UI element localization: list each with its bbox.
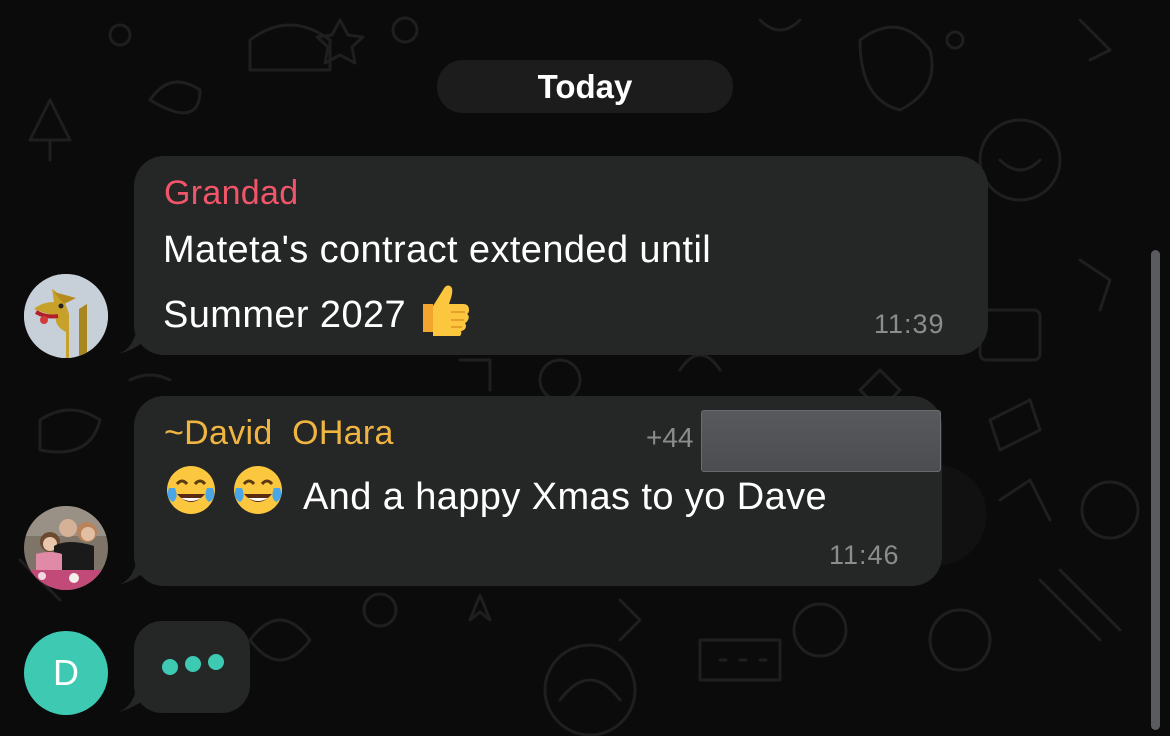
message-text: Mateta's contract extended until Summer … <box>163 220 963 354</box>
message-text: And a happy Xmas to yo Dave <box>163 462 943 536</box>
sender-name[interactable]: Grandad <box>164 174 298 213</box>
message-bubble-grandad[interactable]: Grandad Mateta's contract extended until… <box>114 156 988 355</box>
family-photo-avatar-icon <box>24 506 108 590</box>
sender-phone[interactable]: +44 <box>646 422 694 454</box>
message-timestamp: 11:46 <box>829 540 900 570</box>
chat-view: Today Grandad Mateta's contract extended… <box>0 0 1170 736</box>
typing-dot-icon <box>185 656 201 672</box>
message-bubble-david[interactable]: ~David OHara +44 And a happy Xmas to yo … <box>114 396 943 586</box>
bubble-tail <box>114 550 154 586</box>
face-with-tears-of-joy-icon <box>163 462 219 536</box>
typing-indicator-bubble <box>114 621 250 713</box>
bubble-tail <box>114 677 154 713</box>
typing-dot-icon <box>162 659 178 675</box>
avatar-typing-user[interactable]: D <box>24 631 108 715</box>
message-line-2-text: Summer 2027 <box>163 294 407 337</box>
date-separator: Today <box>437 60 733 113</box>
message-line-1: Mateta's contract extended until <box>163 229 712 271</box>
message-line-2: Summer 2027 <box>163 280 963 354</box>
message-timestamp: 11:39 <box>874 309 945 339</box>
thumbs-up-icon <box>417 280 473 354</box>
avatar-grandad[interactable] <box>24 274 108 358</box>
dragon-avatar-icon <box>24 274 108 358</box>
avatar-david-ohara[interactable] <box>24 506 108 590</box>
sender-name[interactable]: ~David OHara <box>164 414 394 453</box>
bubble-tail <box>114 319 154 355</box>
message-body: And a happy Xmas to yo Dave <box>302 476 828 519</box>
chat-scrollbar[interactable] <box>1151 250 1160 730</box>
face-with-tears-of-joy-icon <box>230 462 286 536</box>
typing-dot-icon <box>208 654 224 670</box>
